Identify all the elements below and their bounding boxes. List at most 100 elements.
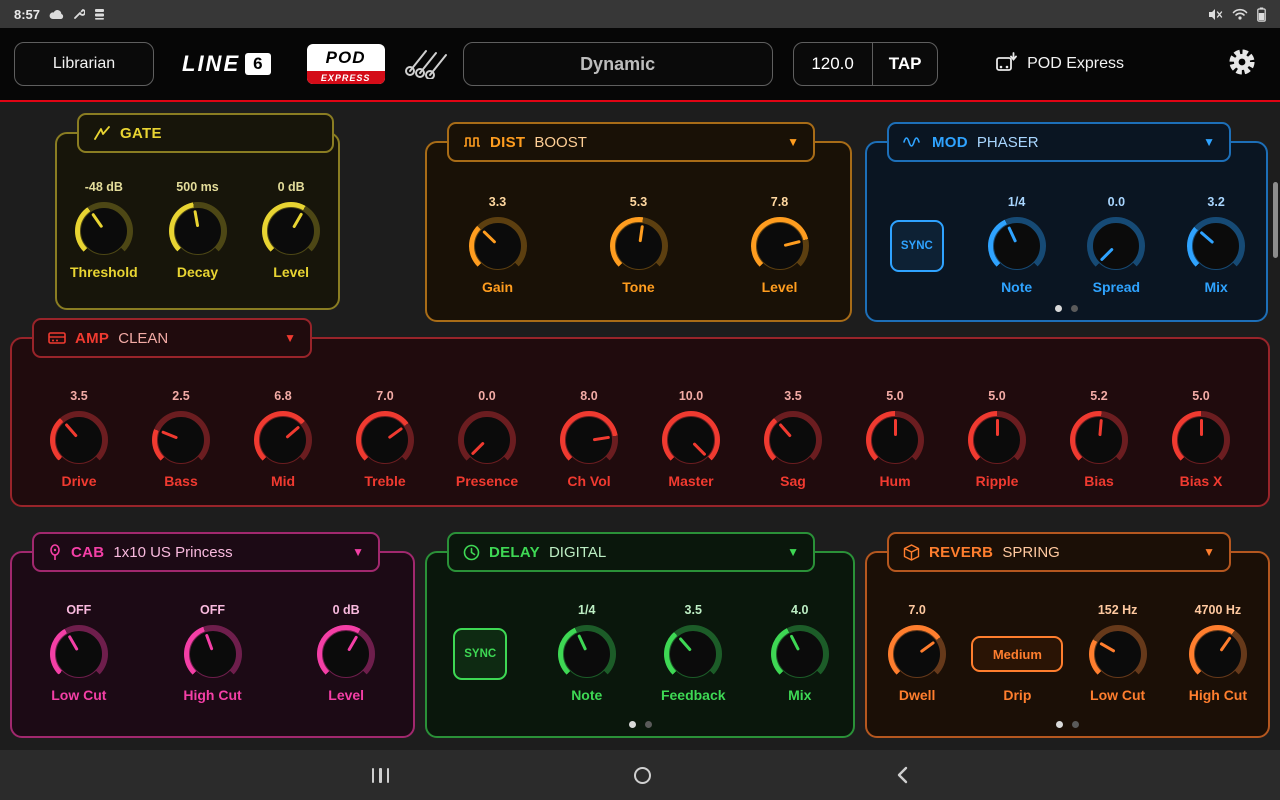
knob-gain[interactable]: 3.3Gain xyxy=(427,195,568,297)
knob-dial[interactable] xyxy=(184,625,242,683)
knob-low-cut[interactable]: OFFLow Cut xyxy=(12,603,146,705)
knob-level[interactable]: 7.8Level xyxy=(709,195,850,297)
mod-name: MOD xyxy=(932,134,968,151)
page-dot[interactable] xyxy=(1072,721,1079,728)
mod-header[interactable]: MOD PHASER ▼ xyxy=(887,122,1231,162)
page-dot[interactable] xyxy=(1056,721,1063,728)
knob-dial[interactable] xyxy=(866,411,924,469)
home-button[interactable] xyxy=(634,767,651,784)
knob-high-cut[interactable]: OFFHigh Cut xyxy=(146,603,280,705)
knob-spread[interactable]: 0.0Spread xyxy=(1067,195,1167,297)
knob-treble[interactable]: 7.0Treble xyxy=(334,389,436,491)
knob-dial[interactable] xyxy=(1070,411,1128,469)
knob-dial[interactable] xyxy=(50,411,108,469)
page-dot[interactable] xyxy=(629,721,636,728)
knob-feedback[interactable]: 3.5Feedback xyxy=(640,603,747,705)
settings-gear-icon[interactable] xyxy=(1226,46,1258,83)
guitars-icon[interactable] xyxy=(402,45,448,84)
sync-button[interactable]: SYNC xyxy=(427,603,534,705)
knob-mix[interactable]: 3.2Mix xyxy=(1166,195,1266,297)
knob-ripple[interactable]: 5.0Ripple xyxy=(946,389,1048,491)
knob-dial[interactable] xyxy=(968,411,1026,469)
chevron-down-icon[interactable]: ▼ xyxy=(787,545,799,559)
knob-dial[interactable] xyxy=(610,217,668,275)
reverb-header[interactable]: REVERB SPRING ▼ xyxy=(887,532,1231,572)
dist-header[interactable]: DIST BOOST ▼ xyxy=(447,122,815,162)
tap-button[interactable]: TAP xyxy=(873,54,937,74)
knob-dial[interactable] xyxy=(560,411,618,469)
recents-button[interactable] xyxy=(372,768,390,783)
amp-header[interactable]: AMP CLEAN ▼ xyxy=(32,318,312,358)
knob-dial[interactable] xyxy=(558,625,616,683)
knob-note[interactable]: 1/4Note xyxy=(534,603,641,705)
chevron-down-icon[interactable]: ▼ xyxy=(1203,545,1215,559)
bpm-value[interactable]: 120.0 xyxy=(794,54,872,74)
knob-low-cut[interactable]: 152 HzLow Cut xyxy=(1068,603,1168,705)
knob-level[interactable]: 0 dBLevel xyxy=(244,180,338,282)
knob-dial[interactable] xyxy=(1087,217,1145,275)
knob-dial[interactable] xyxy=(50,625,108,683)
knob-dial[interactable] xyxy=(356,411,414,469)
knob-ch-vol[interactable]: 8.0Ch Vol xyxy=(538,389,640,491)
knob-dial[interactable] xyxy=(262,202,320,260)
knob-dial[interactable] xyxy=(751,217,809,275)
mod-page-dots[interactable] xyxy=(867,305,1266,312)
page-dot[interactable] xyxy=(1071,305,1078,312)
knob-dial[interactable] xyxy=(254,411,312,469)
chevron-down-icon[interactable]: ▼ xyxy=(1203,135,1215,149)
knob-dial[interactable] xyxy=(1187,217,1245,275)
knob-drive[interactable]: 3.5Drive xyxy=(28,389,130,491)
control-button-face[interactable]: SYNC xyxy=(453,628,507,680)
knob-dwell[interactable]: 7.0Dwell xyxy=(867,603,967,705)
knob-dial[interactable] xyxy=(169,202,227,260)
knob-level[interactable]: 0 dBLevel xyxy=(279,603,413,705)
knob-dial[interactable] xyxy=(764,411,822,469)
chevron-down-icon[interactable]: ▼ xyxy=(352,545,364,559)
knob-dial[interactable] xyxy=(1089,625,1147,683)
page-dot[interactable] xyxy=(1055,305,1062,312)
delay-page-dots[interactable] xyxy=(427,721,853,728)
knob-bass[interactable]: 2.5Bass xyxy=(130,389,232,491)
page-dot[interactable] xyxy=(645,721,652,728)
knob-dial[interactable] xyxy=(317,625,375,683)
knob-dial[interactable] xyxy=(1189,625,1247,683)
knob-bias[interactable]: 5.2Bias xyxy=(1048,389,1150,491)
knob-hum[interactable]: 5.0Hum xyxy=(844,389,946,491)
knob-sag[interactable]: 3.5Sag xyxy=(742,389,844,491)
knob-threshold[interactable]: -48 dBThreshold xyxy=(57,180,151,282)
sync-button[interactable]: SYNC xyxy=(867,195,967,297)
knob-decay[interactable]: 500 msDecay xyxy=(151,180,245,282)
knob-tone[interactable]: 5.3Tone xyxy=(568,195,709,297)
knob-mix[interactable]: 4.0Mix xyxy=(747,603,854,705)
drip-button[interactable]: MediumDrip xyxy=(967,603,1067,705)
knob-high-cut[interactable]: 4700 HzHigh Cut xyxy=(1168,603,1268,705)
knob-presence[interactable]: 0.0Presence xyxy=(436,389,538,491)
knob-bias-x[interactable]: 5.0Bias X xyxy=(1150,389,1252,491)
knob-mid[interactable]: 6.8Mid xyxy=(232,389,334,491)
device-status[interactable]: POD Express xyxy=(996,52,1124,77)
knob-dial[interactable] xyxy=(664,625,722,683)
scrollbar[interactable] xyxy=(1273,182,1278,258)
control-button-face[interactable]: Medium xyxy=(971,636,1063,672)
knob-dial[interactable] xyxy=(458,411,516,469)
knob-dial[interactable] xyxy=(888,625,946,683)
knob-dial[interactable] xyxy=(152,411,210,469)
knob-dial[interactable] xyxy=(988,217,1046,275)
delay-header[interactable]: DELAY DIGITAL ▼ xyxy=(447,532,815,572)
chevron-down-icon[interactable]: ▼ xyxy=(787,135,799,149)
knob-dial[interactable] xyxy=(75,202,133,260)
knob-dial[interactable] xyxy=(1172,411,1230,469)
knob-dial[interactable] xyxy=(771,625,829,683)
cab-header[interactable]: CAB 1x10 US Princess ▼ xyxy=(32,532,380,572)
gate-header[interactable]: GATE xyxy=(77,113,334,153)
knob-dial[interactable] xyxy=(662,411,720,469)
knob-note[interactable]: 1/4Note xyxy=(967,195,1067,297)
librarian-button[interactable]: Librarian xyxy=(14,42,154,86)
chevron-down-icon[interactable]: ▼ xyxy=(284,331,296,345)
knob-dial[interactable] xyxy=(469,217,527,275)
knob-master[interactable]: 10.0Master xyxy=(640,389,742,491)
back-button[interactable] xyxy=(896,766,908,784)
control-button-face[interactable]: SYNC xyxy=(890,220,944,272)
reverb-page-dots[interactable] xyxy=(867,721,1268,728)
preset-selector[interactable]: Dynamic xyxy=(463,42,773,86)
